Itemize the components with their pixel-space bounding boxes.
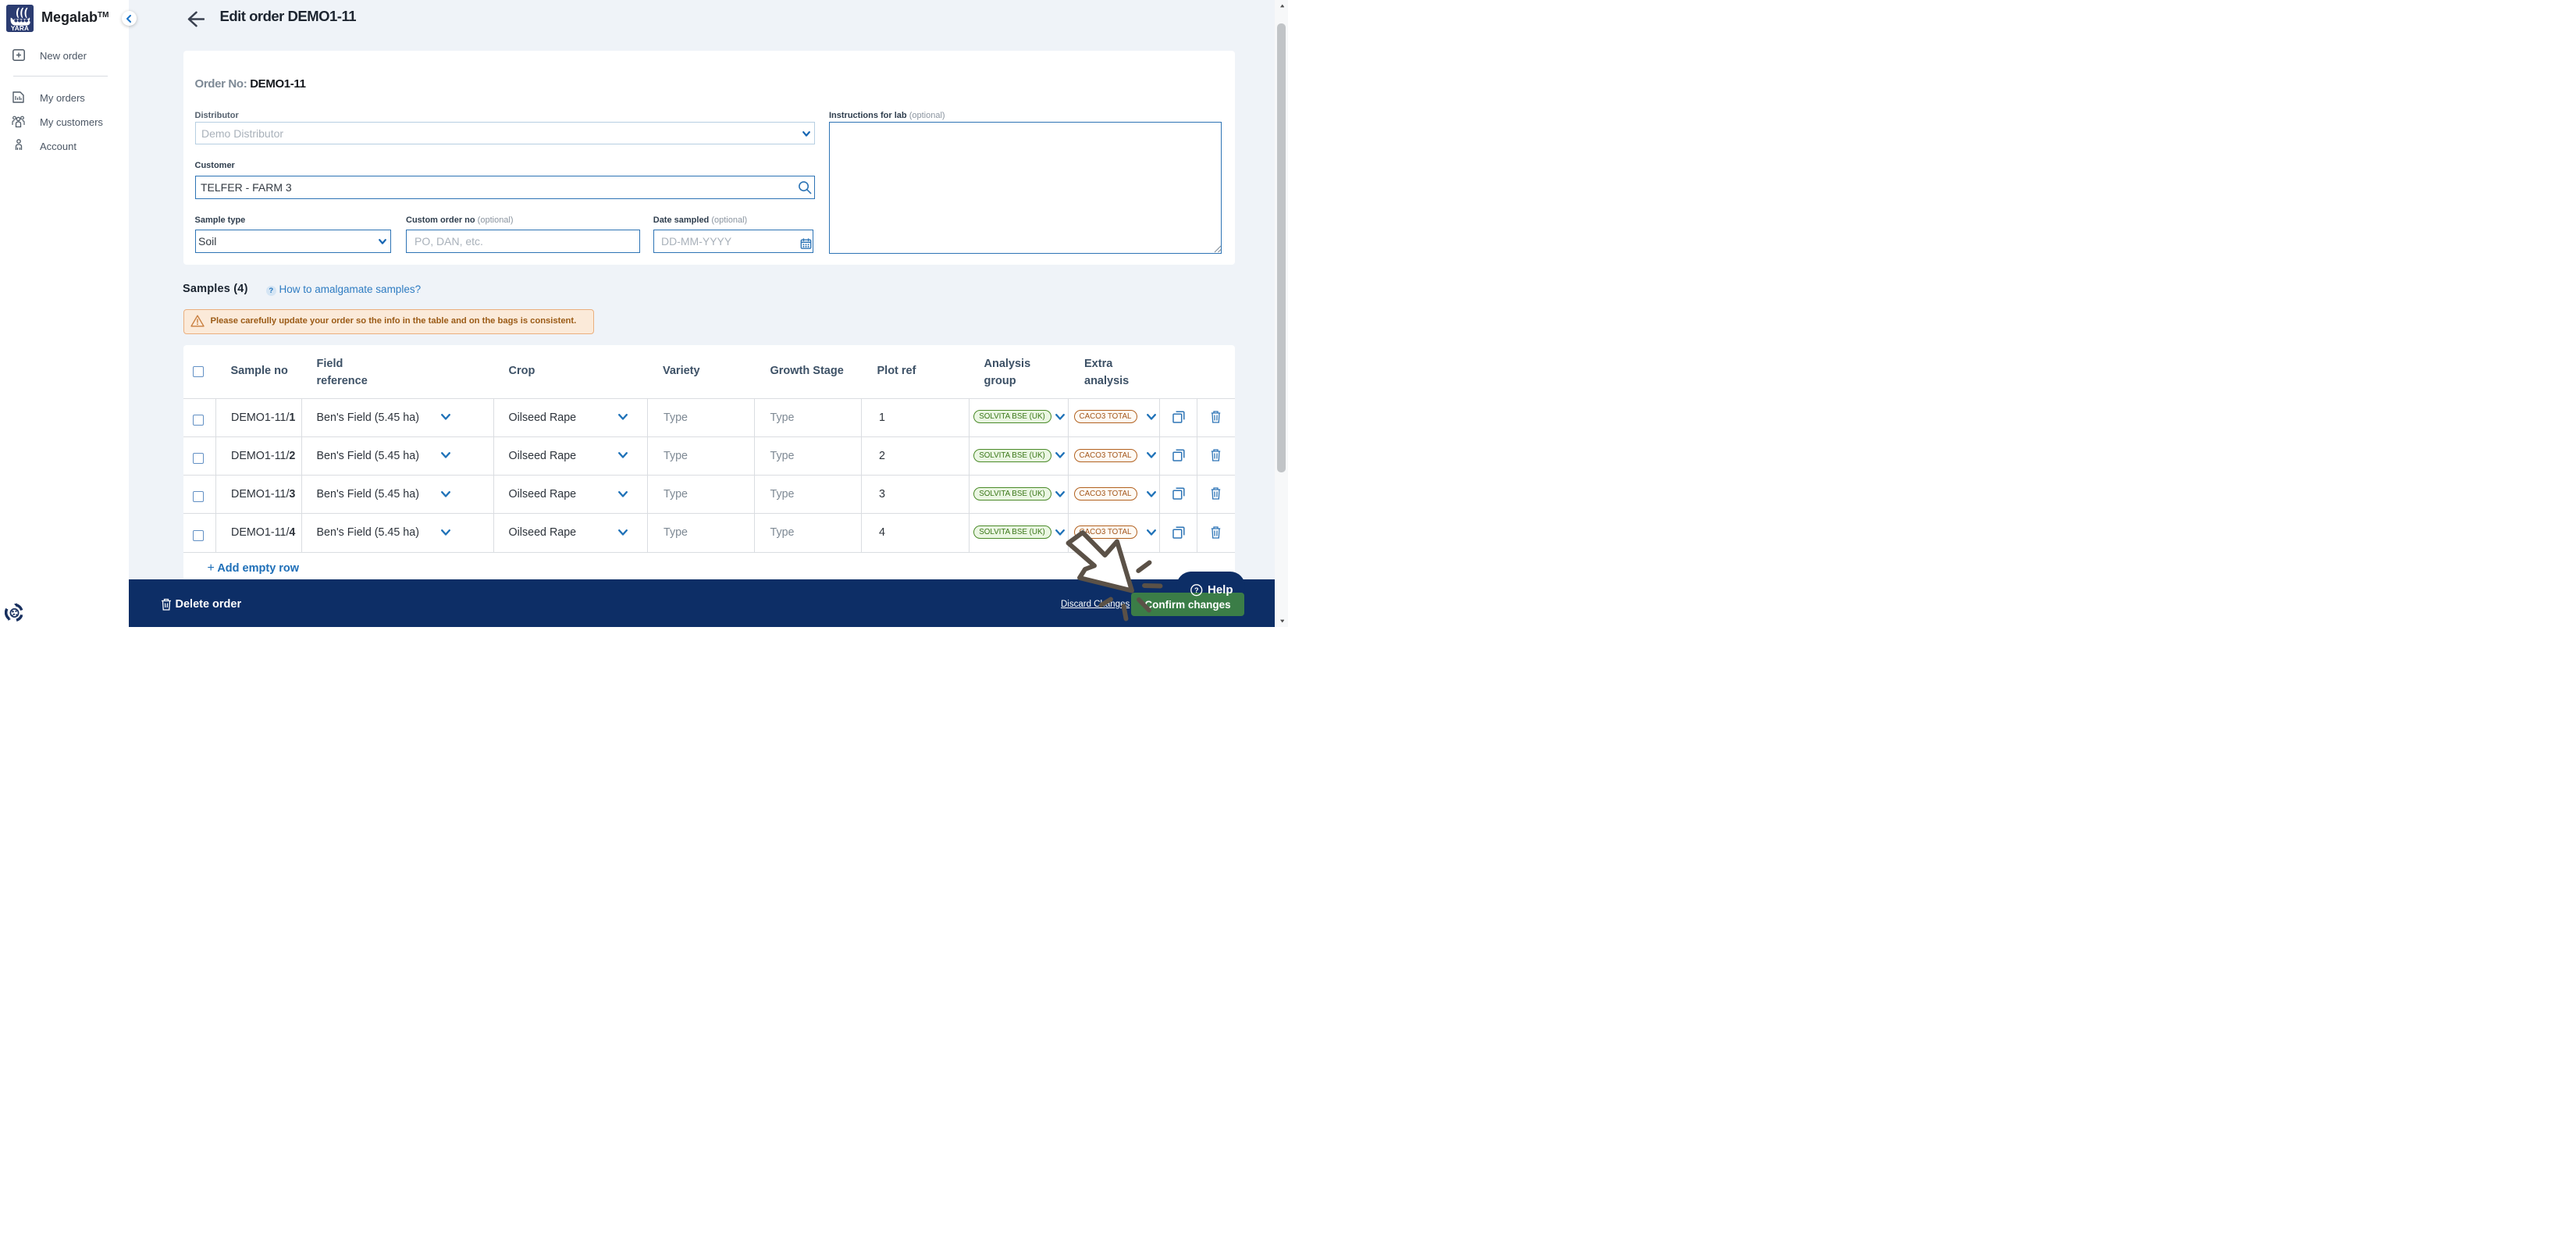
svg-text:?: ? bbox=[1194, 586, 1199, 594]
svg-text:YARA: YARA bbox=[10, 25, 28, 32]
